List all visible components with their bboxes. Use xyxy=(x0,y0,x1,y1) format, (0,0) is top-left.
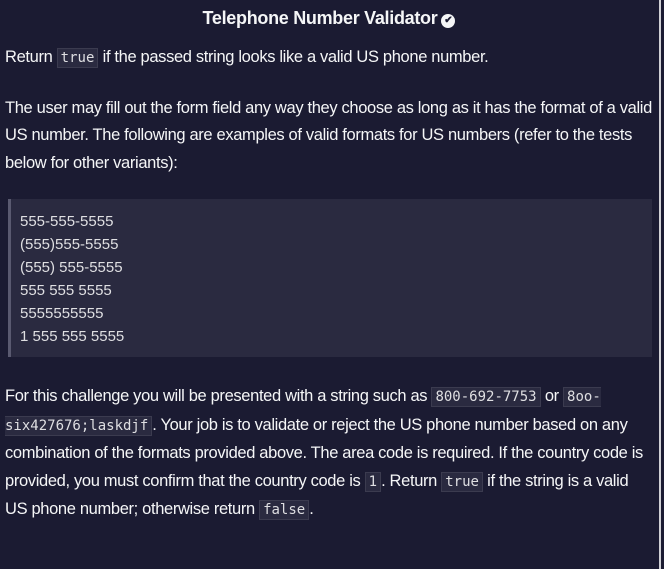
challenge-paragraph: For this challenge you will be presented… xyxy=(5,387,643,520)
inline-code: 800-692-7753 xyxy=(431,387,541,407)
inline-code: true xyxy=(441,471,483,492)
example-line: 555-555-5555 xyxy=(20,213,114,230)
challenge-title: Telephone Number Validator ✔ xyxy=(5,0,653,36)
format-paragraph: The user may fill out the form field any… xyxy=(5,98,652,172)
inline-code: false xyxy=(259,500,310,520)
examples-block: 555-555-5555 (555)555-5555 (555) 555-5555 5… xyxy=(8,199,652,357)
example-line: (555)555-5555 xyxy=(20,236,119,253)
check-circle-icon: ✔ xyxy=(441,14,456,28)
inline-code: true xyxy=(56,48,99,68)
intro-paragraph: Return true if the passed string looks l… xyxy=(5,48,489,68)
scrollbar[interactable] xyxy=(659,0,661,569)
example-line: 5555555555 xyxy=(20,305,104,322)
example-line: (555) 555-5555 xyxy=(20,259,123,276)
challenge-description: Telephone Number Validator ✔ Return true … xyxy=(5,0,653,525)
example-line: 555 555 5555 xyxy=(20,282,112,299)
inline-code: 1 xyxy=(364,471,382,492)
example-line: 1 555 555 5555 xyxy=(20,328,125,345)
